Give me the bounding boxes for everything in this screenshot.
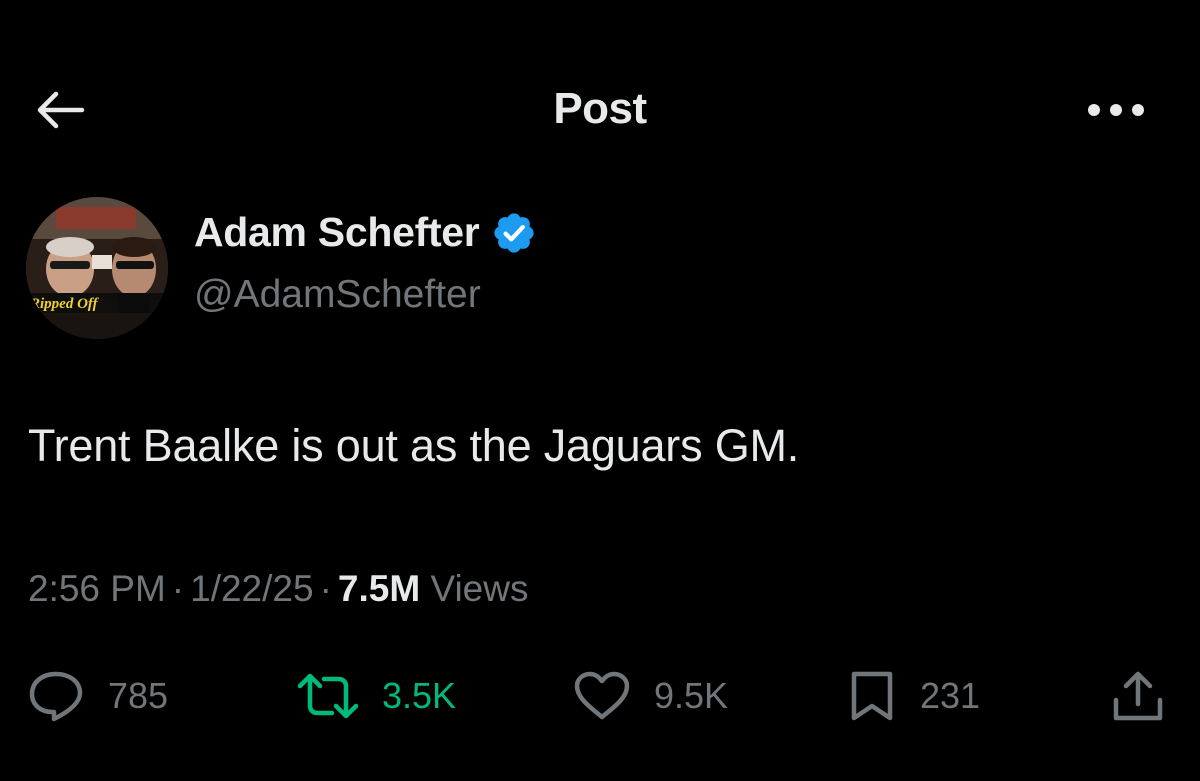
reply-button[interactable]: 785: [26, 664, 168, 728]
bookmark-icon: [851, 671, 893, 721]
repost-icon: [297, 673, 359, 719]
views-label: Views: [430, 568, 529, 609]
bookmark-button[interactable]: 231: [846, 664, 980, 728]
avatar-image: Ripped Off: [26, 197, 168, 339]
reply-icon: [29, 671, 83, 722]
share-button[interactable]: [1108, 664, 1168, 728]
separator-dot: ·: [171, 568, 185, 609]
tweet-time[interactable]: 2:56 PM: [28, 568, 166, 609]
author-name: Adam Schefter: [194, 209, 480, 255]
tweet-text: Trent Baalke is out as the Jaguars GM.: [28, 420, 800, 471]
repost-button[interactable]: 3.5K: [296, 664, 456, 728]
like-count: 9.5K: [654, 675, 729, 716]
action-bar: 785 3.5K 9.5K 231: [0, 664, 1200, 728]
author-name-row[interactable]: Adam Schefter: [194, 209, 537, 256]
svg-text:Ripped Off: Ripped Off: [29, 296, 100, 312]
share-icon: [1113, 671, 1163, 721]
verified-badge-icon: [491, 210, 537, 256]
tweet-date[interactable]: 1/22/25: [190, 568, 313, 609]
page-title: Post: [553, 84, 647, 133]
repost-count: 3.5K: [382, 675, 457, 716]
reply-count: 785: [108, 675, 169, 716]
separator-dot: ·: [319, 568, 332, 609]
author-handle[interactable]: @AdamSchefter: [194, 273, 481, 317]
more-options-button[interactable]: [1080, 84, 1152, 136]
more-horizontal-icon: [1088, 104, 1144, 116]
author-block: Ripped Off Adam Schefter @AdamSchefter: [24, 195, 1174, 345]
views-count: 7.5M: [337, 568, 421, 609]
tweet-meta: 2:56 PM · 1/22/25 · 7.5M Views: [28, 568, 528, 610]
heart-icon: [574, 671, 630, 720]
like-button[interactable]: 9.5K: [572, 664, 728, 728]
bookmark-count: 231: [920, 675, 981, 716]
post-header: Post: [0, 70, 1200, 150]
avatar[interactable]: Ripped Off: [26, 197, 168, 339]
